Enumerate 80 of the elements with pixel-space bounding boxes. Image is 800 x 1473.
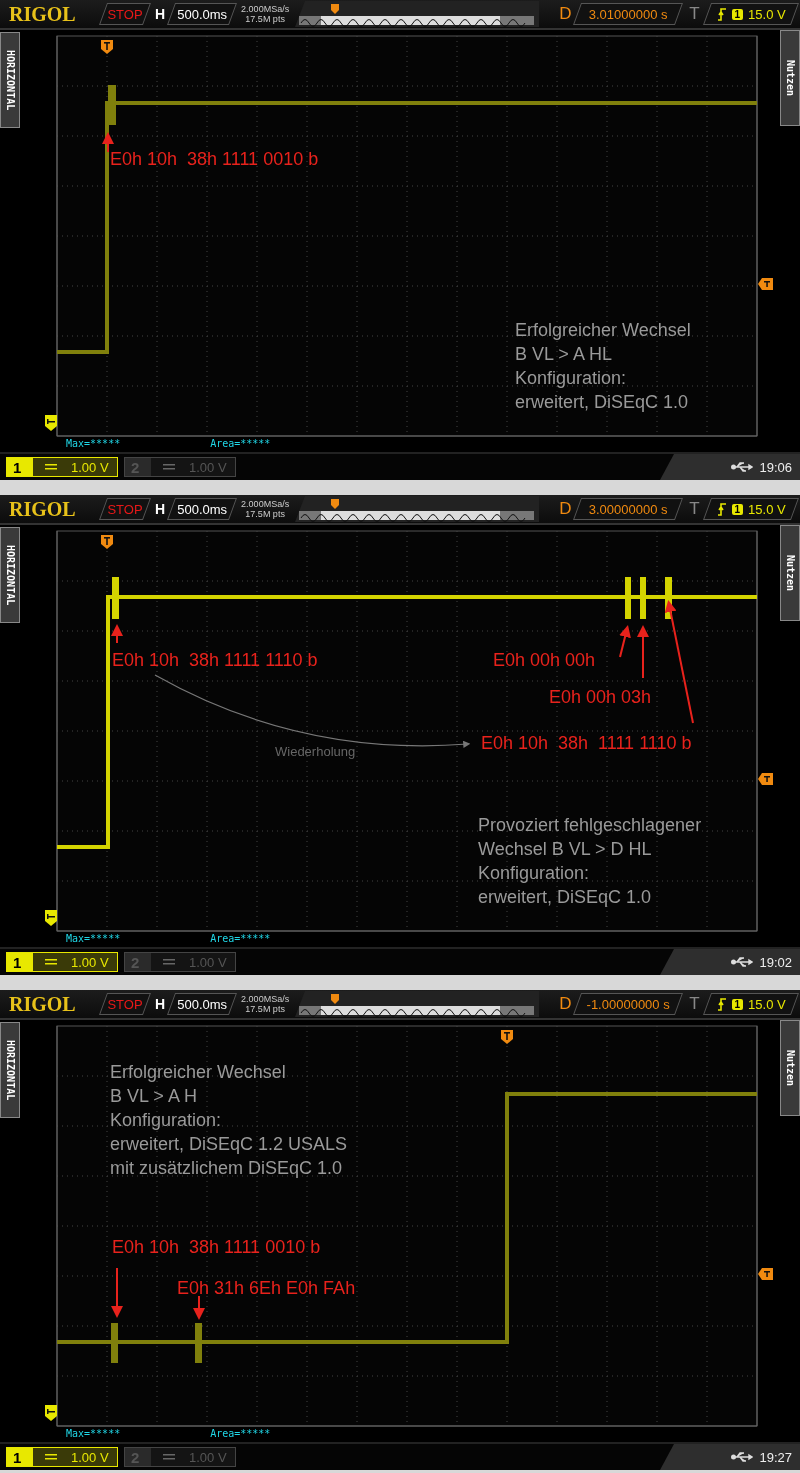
trigger-position-icon xyxy=(101,40,113,54)
trigger-level: 15.0 V xyxy=(748,501,786,517)
rising-edge-icon xyxy=(716,502,727,516)
clock: 19:02 xyxy=(759,954,792,970)
dc-coupling-icon xyxy=(45,959,57,965)
measurement-readout: Area=***** xyxy=(210,933,271,944)
horizontal-tab[interactable]: HORIZONTAL xyxy=(0,527,20,623)
trigger-source: 1 xyxy=(731,998,744,1010)
annotation-label: E0h 31h 6Eh E0h FAh xyxy=(177,1278,356,1299)
measurement-readout: Area=***** xyxy=(210,1428,271,1439)
annotation-label: E0h 10h 38h 1111 0010 b xyxy=(110,149,319,170)
trigger-label: T xyxy=(689,994,701,1014)
trigger-level-icon xyxy=(758,1268,773,1280)
utility-tab[interactable]: Nutzen xyxy=(780,30,800,126)
annotation-label: E0h 00h 00h xyxy=(493,650,596,671)
trigger-settings[interactable]: 1 15.0 V xyxy=(707,498,796,520)
clock: 19:27 xyxy=(759,1449,792,1465)
trigger-position-icon xyxy=(501,1030,513,1044)
usb-icon xyxy=(731,461,754,473)
rising-edge-icon xyxy=(716,997,727,1011)
annotation-label: E0h 00h 03h xyxy=(549,687,652,708)
annotation-arrow xyxy=(111,1267,123,1318)
rising-edge-icon xyxy=(716,7,727,21)
trigger-label: T xyxy=(689,4,701,24)
trigger-level: 15.0 V xyxy=(748,6,786,22)
dc-coupling-icon xyxy=(163,959,175,965)
annotation-arrow xyxy=(193,1295,205,1320)
annotation-caption: Wiederholung xyxy=(275,744,356,759)
utility-tab[interactable]: Nutzen xyxy=(780,1020,800,1116)
trigger-level-icon xyxy=(758,278,773,290)
channel-button[interactable]: 1 1.00 V xyxy=(6,457,118,477)
channel-marker-icon xyxy=(45,415,57,431)
dc-coupling-icon xyxy=(163,464,175,470)
horizontal-label: H xyxy=(155,996,166,1012)
channel-button[interactable]: 1 1.00 V xyxy=(6,952,118,972)
trigger-settings[interactable]: 1 15.0 V xyxy=(707,993,796,1015)
annotation-label: E0h 10h 38h 1111 1110 b xyxy=(112,650,318,671)
annotation-label: E0h 10h 38h 1111 1110 b xyxy=(481,733,692,754)
acquisition-info: 2.000MSa/s 17.5M pts xyxy=(240,4,291,24)
dc-coupling-icon xyxy=(45,1454,57,1460)
dc-coupling-icon xyxy=(163,1454,175,1460)
annotation-note: Erfolgreicher Wechsel B VL > A H Konfiguration: erweitert, DiSEqC 1.2 USALS mit zusätzlichem DiSEqC 1.0 xyxy=(110,1061,348,1180)
horizontal-tab[interactable]: HORIZONTAL xyxy=(0,1022,20,1118)
trigger-level: 15.0 V xyxy=(748,996,786,1012)
horizontal-label: H xyxy=(155,6,166,22)
annotation-note: Erfolgreicher Wechsel B VL > A HL Konfiguration: erweitert, DiSEqC 1.0 xyxy=(515,319,691,414)
brand-logo: RIGOL xyxy=(9,2,77,26)
measurement-readout: Max=***** xyxy=(66,933,121,944)
annotation-arrow xyxy=(619,625,631,658)
trigger-position-icon xyxy=(101,535,113,549)
dc-coupling-icon xyxy=(45,464,57,470)
annotation-arrow xyxy=(111,624,123,644)
usb-icon xyxy=(731,956,754,968)
acquisition-info: 2.000MSa/s 17.5M pts xyxy=(240,499,291,519)
trigger-source: 1 xyxy=(731,503,744,515)
horizontal-label: H xyxy=(155,501,166,517)
acquisition-info: 2.000MSa/s 17.5M pts xyxy=(240,994,291,1014)
horizontal-tab[interactable]: HORIZONTAL xyxy=(0,32,20,128)
brand-logo: RIGOL xyxy=(9,497,77,521)
annotation-arrow xyxy=(102,132,114,153)
trigger-settings[interactable]: 1 15.0 V xyxy=(707,3,796,25)
utility-tab[interactable]: Nutzen xyxy=(780,525,800,621)
annotation-label: E0h 10h 38h 1111 0010 b xyxy=(112,1237,321,1258)
annotation-arrow xyxy=(637,625,649,679)
delay-label: D xyxy=(559,4,573,24)
channel-marker-icon xyxy=(45,1405,57,1421)
channel-marker-icon xyxy=(45,910,57,926)
measurement-readout: Area=***** xyxy=(210,438,271,449)
trigger-source: 1 xyxy=(731,8,744,20)
measurement-readout: Max=***** xyxy=(66,438,121,449)
trigger-level-icon xyxy=(758,773,773,785)
delay-label: D xyxy=(559,994,573,1014)
trigger-label: T xyxy=(689,499,701,519)
usb-icon xyxy=(731,1451,754,1463)
brand-logo: RIGOL xyxy=(9,992,77,1016)
clock: 19:06 xyxy=(759,459,792,475)
measurement-readout: Max=***** xyxy=(66,1428,121,1439)
annotation-note: Provoziert fehlgeschlagener Wechsel B VL > D HL Konfiguration: erweitert, DiSEqC 1.0 xyxy=(478,814,702,909)
delay-label: D xyxy=(559,499,573,519)
channel-button[interactable]: 1 1.00 V xyxy=(6,1447,118,1467)
